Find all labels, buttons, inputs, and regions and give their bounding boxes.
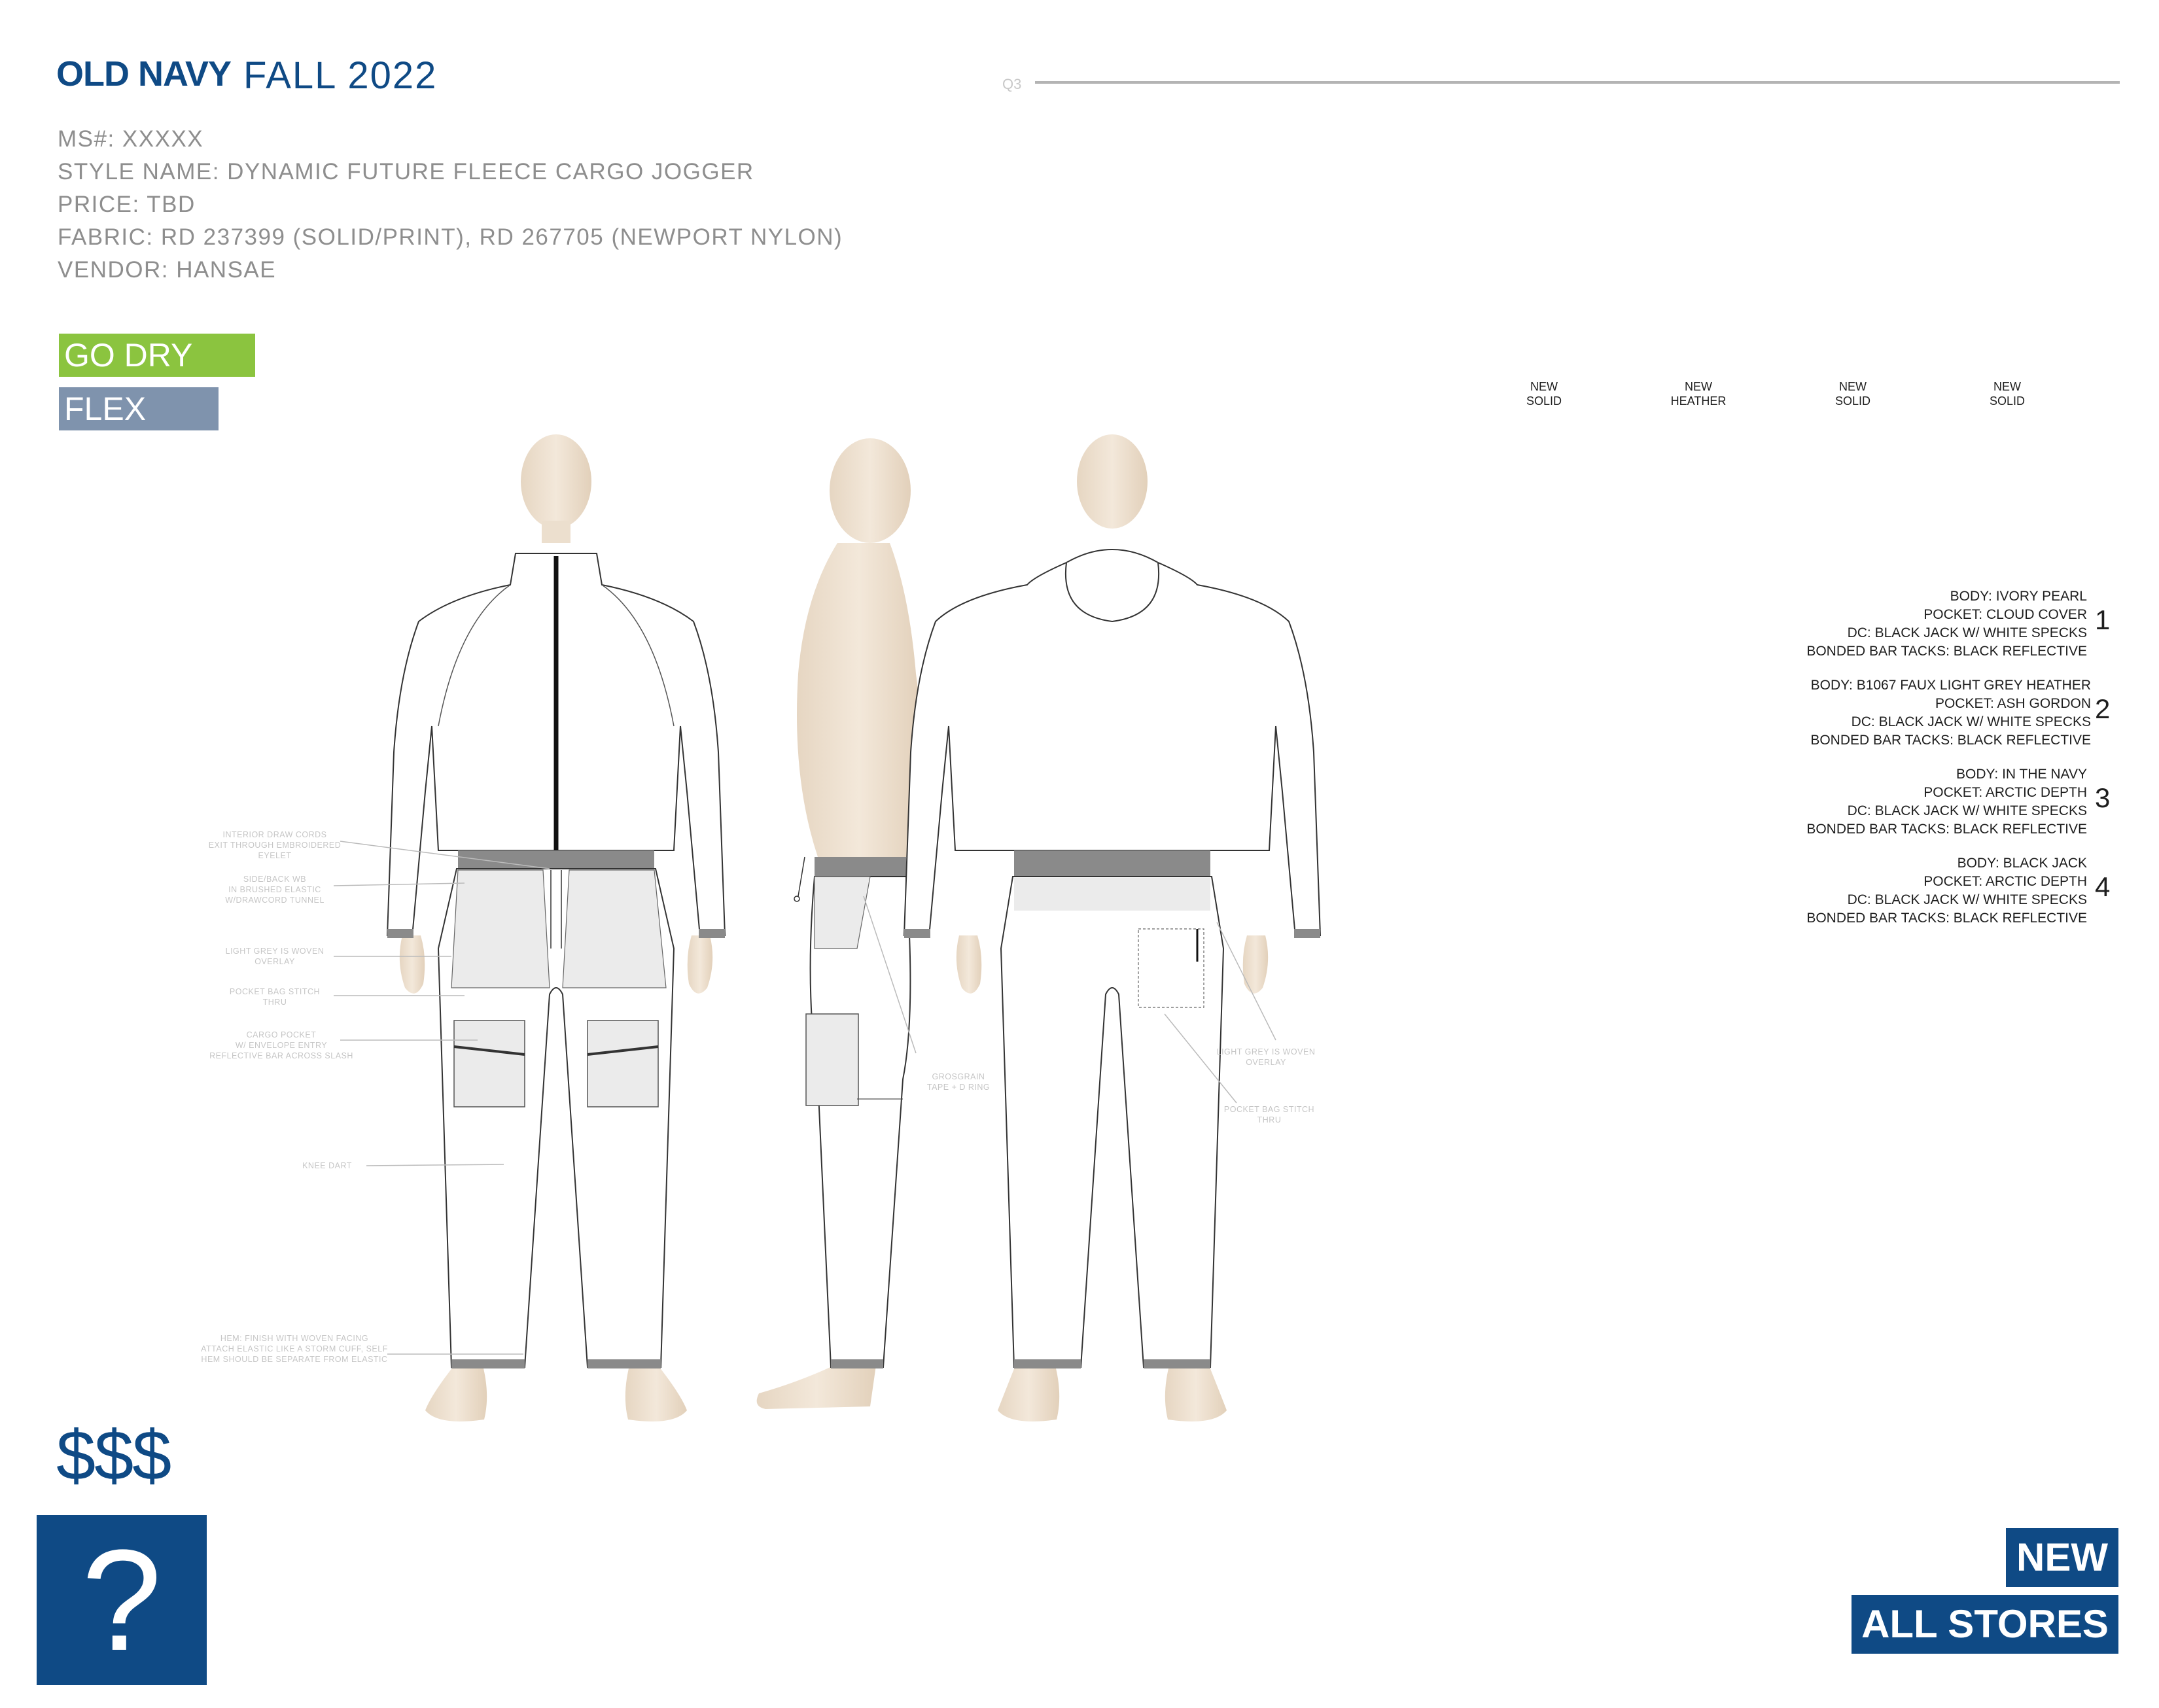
colorway-header-line: NEW xyxy=(1839,380,1867,393)
mannequin-hand xyxy=(1242,935,1269,994)
spec-line: DC: BLACK JACK W/ WHITE SPECKS xyxy=(1847,803,2087,818)
spec-line: DC: BLACK JACK W/ WHITE SPECKS xyxy=(1847,892,2087,907)
colorway-header-1: NEW SOLID xyxy=(1505,379,1583,408)
colorway-header-line: NEW xyxy=(1530,380,1558,393)
callout-text: EXIT THROUGH EMBROIDERED xyxy=(209,841,342,850)
callout-text: LIGHT GREY IS WOVEN xyxy=(1217,1047,1316,1056)
callout-text: POCKET BAG STITCH xyxy=(1224,1105,1314,1114)
mannequin-foot xyxy=(625,1361,687,1421)
callout-text: KNEE DART xyxy=(302,1161,352,1170)
colorway-spec-4: BODY: BLACK JACK POCKET: ARCTIC DEPTH DC… xyxy=(1694,854,2087,928)
spec-line: BONDED BAR TACKS: BLACK REFLECTIVE xyxy=(1806,822,2087,837)
colorway-spec-1: BODY: IVORY PEARL POCKET: CLOUD COVER DC… xyxy=(1694,587,2087,661)
callout-text: W/ ENVELOPE ENTRY xyxy=(236,1041,327,1050)
callout-text: OVERLAY xyxy=(1246,1058,1286,1067)
season-title: FALL 2022 xyxy=(243,54,438,97)
side-view xyxy=(756,438,921,1409)
quarter-label: Q3 xyxy=(1002,76,1022,92)
spec-line: BODY: B1067 FAUX LIGHT GREY HEATHER xyxy=(1810,678,2091,693)
colorway-header-4: NEW SOLID xyxy=(1968,379,2046,408)
spec-line: BODY: IVORY PEARL xyxy=(1950,589,2087,604)
spec-line: DC: BLACK JACK W/ WHITE SPECKS xyxy=(1851,714,2091,729)
pants-back xyxy=(1000,876,1225,1368)
spec-line: BONDED BAR TACKS: BLACK REFLECTIVE xyxy=(1810,733,2091,748)
price: PRICE: TBD xyxy=(58,192,196,217)
vendor: VENDOR: HANSAE xyxy=(58,257,277,283)
brand-logo: OLD NAVY xyxy=(56,54,232,94)
header-rule xyxy=(1035,81,2120,84)
front-view xyxy=(386,434,726,1421)
callout-text: TAPE + D RING xyxy=(927,1083,990,1092)
callout-text: POCKET BAG STITCH xyxy=(230,987,320,996)
mannequin-foot xyxy=(425,1361,487,1421)
colorway-header-line: SOLID xyxy=(1526,394,1562,408)
colorway-number-3: 3 xyxy=(2095,782,2111,813)
callout-text: LIGHT GREY IS WOVEN xyxy=(226,947,325,956)
colorway-number-4: 4 xyxy=(2095,871,2111,902)
colorway-number-2: 2 xyxy=(2095,693,2111,724)
spec-line: POCKET: ARCTIC DEPTH xyxy=(1923,785,2087,800)
unknown-image-placeholder: ? xyxy=(37,1515,207,1685)
ms-number: MS#: XXXXX xyxy=(58,126,204,152)
callout-text: W/DRAWCORD TUNNEL xyxy=(225,896,325,905)
waistband xyxy=(815,857,906,877)
cargo-pocket xyxy=(587,1020,659,1107)
callout-text: THRU xyxy=(263,998,287,1007)
mannequin-torso xyxy=(797,543,921,857)
colorway-spec-2: BODY: B1067 FAUX LIGHT GREY HEATHER POCK… xyxy=(1698,676,2091,750)
colorway-number-1: 1 xyxy=(2095,604,2111,635)
callout-text: GROSGRAIN xyxy=(932,1072,985,1081)
spec-line: BODY: IN THE NAVY xyxy=(1956,767,2087,782)
colorway-header-line: SOLID xyxy=(1989,394,2026,408)
flex-tag: FLEX xyxy=(59,387,219,430)
mannequin-hand xyxy=(687,935,713,994)
callout-text: HEM: FINISH WITH WOVEN FACING xyxy=(220,1334,368,1343)
back-view xyxy=(903,434,1322,1421)
callout-text: THRU xyxy=(1257,1115,1282,1124)
colorway-header-2: NEW HEATHER xyxy=(1659,379,1738,408)
style-name: STYLE NAME: DYNAMIC FUTURE FLEECE CARGO … xyxy=(58,159,754,184)
cargo-pocket xyxy=(453,1020,525,1107)
colorway-spec-3: BODY: IN THE NAVY POCKET: ARCTIC DEPTH D… xyxy=(1694,765,2087,839)
callout-text: EYELET xyxy=(258,851,292,860)
spec-line: POCKET: ASH GORDON xyxy=(1935,696,2091,711)
callout-text: IN BRUSHED ELASTIC xyxy=(228,885,321,894)
mannequin-hand xyxy=(956,935,982,994)
callout-text: ATTACH ELASTIC LIKE A STORM CUFF, SELF xyxy=(201,1344,388,1353)
mannequin-foot xyxy=(1165,1361,1227,1421)
spec-line: BODY: BLACK JACK xyxy=(1957,856,2087,871)
spec-line: POCKET: ARCTIC DEPTH xyxy=(1923,874,2087,889)
mannequin-head xyxy=(521,434,591,529)
spec-line: DC: BLACK JACK W/ WHITE SPECKS xyxy=(1847,625,2087,640)
new-badge: NEW xyxy=(2006,1528,2118,1587)
mannequin-foot xyxy=(998,1361,1060,1421)
callout-text: REFLECTIVE BAR ACROSS SLASH xyxy=(209,1051,353,1060)
spec-line: POCKET: CLOUD COVER xyxy=(1923,607,2087,622)
mannequin-head xyxy=(1077,434,1148,529)
style-details: MS#: XXXXX STYLE NAME: DYNAMIC FUTURE FL… xyxy=(58,123,843,287)
waistband xyxy=(458,850,654,869)
spec-line: BONDED BAR TACKS: BLACK REFLECTIVE xyxy=(1806,644,2087,659)
waistband xyxy=(1014,850,1210,877)
colorway-header-line: SOLID xyxy=(1834,394,1871,408)
spec-line: BONDED BAR TACKS: BLACK REFLECTIVE xyxy=(1806,911,2087,926)
callout-text: OVERLAY xyxy=(255,957,295,966)
callout-text: SIDE/BACK WB xyxy=(243,875,306,884)
all-stores-badge: ALL STORES xyxy=(1852,1595,2118,1654)
colorway-header-line: NEW xyxy=(1685,380,1712,393)
mannequin-hand xyxy=(399,935,425,994)
callout-text: HEM SHOULD BE SEPARATE FROM ELASTIC xyxy=(201,1355,387,1364)
fabric: FABRIC: RD 237399 (SOLID/PRINT), RD 2677… xyxy=(58,224,843,250)
colorway-header-line: NEW xyxy=(1993,380,2021,393)
callout-text: CARGO POCKET xyxy=(247,1030,317,1039)
callout-text: INTERIOR DRAW CORDS xyxy=(222,830,326,839)
garment-flats: INTERIOR DRAW CORDS EXIT THROUGH EMBROID… xyxy=(201,434,1322,1421)
price-tier: $$$ xyxy=(56,1416,171,1495)
mannequin-head xyxy=(830,438,911,543)
colorway-header-line: HEATHER xyxy=(1670,394,1727,408)
pants-side xyxy=(809,876,911,1368)
colorway-header-3: NEW SOLID xyxy=(1814,379,1892,408)
go-dry-tag: GO DRY xyxy=(59,334,255,377)
